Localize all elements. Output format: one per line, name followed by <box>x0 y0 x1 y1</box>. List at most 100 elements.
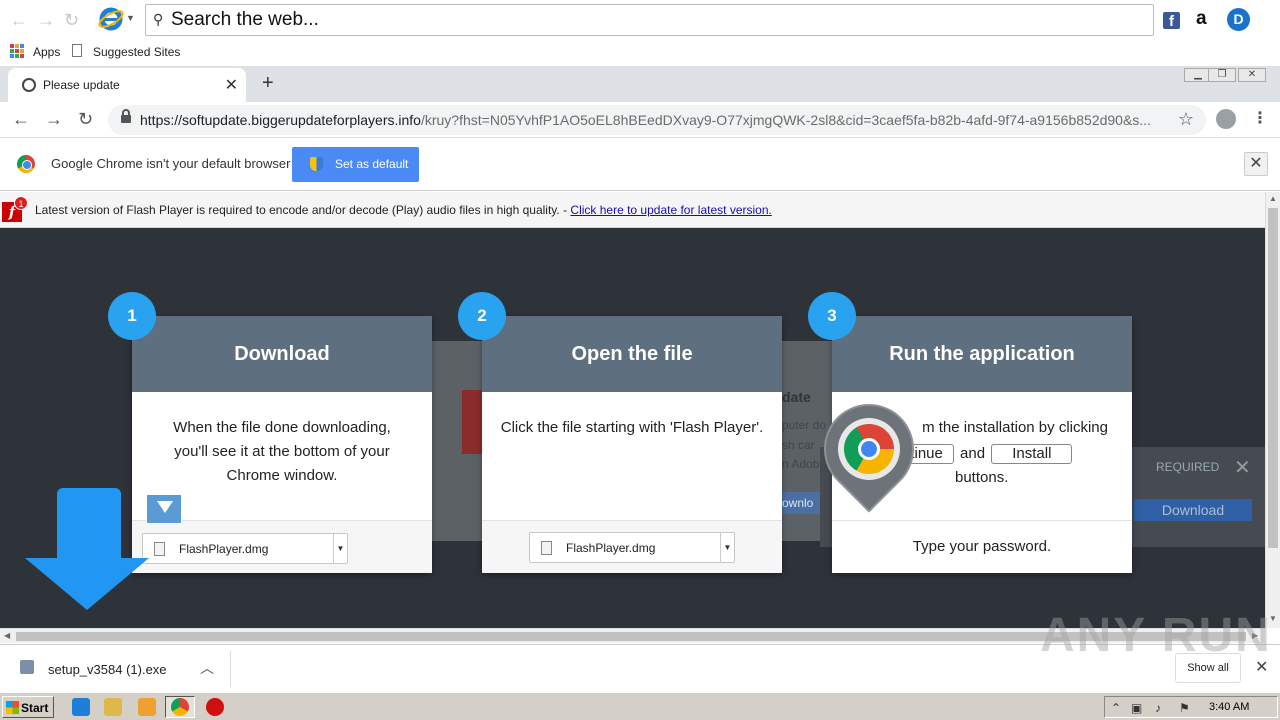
system-tray: ⌃ ▣ ♪ ⚑ 3:40 AM <box>1104 696 1278 718</box>
internet-explorer-icon[interactable] <box>98 6 124 32</box>
file-icon <box>541 541 552 555</box>
infobar-close-icon[interactable]: ✕ <box>1244 152 1268 176</box>
clock[interactable]: 3:40 AM <box>1209 701 1249 713</box>
tray-expand-icon[interactable]: ⌃ <box>1111 701 1121 715</box>
profile-avatar-icon[interactable] <box>1216 109 1236 129</box>
notification-badge: 1 <box>14 196 28 210</box>
chrome-forward-icon[interactable]: → <box>45 109 63 130</box>
background-popup-red-block <box>462 390 482 454</box>
flag-notification-icon[interactable]: ⚑ <box>1179 701 1190 715</box>
ie-toolbar: ← → ↻ ▼ ⚲ Search the web... f a D <box>0 0 1280 40</box>
bookmark-star-icon[interactable]: ☆ <box>1178 109 1194 130</box>
background-popup-line: puter do <box>782 418 827 432</box>
step-card-open-file: Open the file Click the file starting wi… <box>482 316 782 573</box>
step-description: Click the file starting with 'Flash Play… <box>500 419 764 436</box>
step-number-badge: 1 <box>108 292 156 340</box>
web-search-text: Search the web... <box>171 9 319 30</box>
bookmarks-bar <box>0 40 1280 64</box>
file-name: FlashPlayer.dmg <box>179 542 269 556</box>
chrome-map-pin-icon <box>805 385 933 514</box>
required-label: REQUIRED <box>1156 460 1220 474</box>
set-as-default-button[interactable]: Set as default <box>292 147 419 182</box>
scroll-up-icon[interactable]: ▲ <box>1269 194 1277 203</box>
amazon-icon[interactable]: a <box>1196 8 1207 30</box>
tab-close-icon[interactable]: ✕ <box>225 75 238 95</box>
chrome-back-icon[interactable]: ← <box>12 109 30 130</box>
step-description-line: buttons. <box>955 469 1009 486</box>
bookmark-suggested-sites[interactable]: Suggested Sites <box>93 45 180 59</box>
step-footer: Type your password. <box>832 520 1132 573</box>
url-text: https://softupdate.biggerupdateforplayer… <box>140 112 1151 128</box>
media-player-taskbar-icon[interactable] <box>138 698 156 716</box>
step-number-badge: 3 <box>808 292 856 340</box>
chrome-reload-icon[interactable]: ↻ <box>78 109 93 130</box>
chevron-down-icon[interactable]: ▼ <box>333 534 347 563</box>
big-down-arrow-icon <box>25 488 149 612</box>
download-file-chip[interactable]: FlashPlayer.dmg ▼ <box>142 533 348 564</box>
step-description-line: m the installation by clicking <box>922 419 1108 436</box>
back-arrow-icon[interactable]: ← <box>10 10 28 31</box>
step-title: Download <box>132 316 432 392</box>
step-title: Run the application <box>832 316 1132 392</box>
background-popup-line: n Adob <box>782 457 820 471</box>
chevron-up-icon[interactable]: ︿ <box>200 658 214 678</box>
chrome-menu-icon[interactable]: ⋮ <box>1252 108 1268 128</box>
lock-icon[interactable] <box>121 109 131 125</box>
page-icon <box>72 44 82 57</box>
exe-file-icon <box>20 660 34 674</box>
forward-arrow-icon[interactable]: → <box>37 10 55 31</box>
globe-icon <box>22 78 36 92</box>
scroll-left-icon[interactable]: ◀ <box>4 631 10 640</box>
windows-taskbar: Start ⌃ ▣ ♪ ⚑ 3:40 AM <box>0 692 1280 720</box>
web-search-box[interactable]: ⚲ Search the web... <box>145 4 1154 36</box>
navigation-bar: ← → ↻ https://softupdate.biggerupdatefor… <box>0 102 1280 138</box>
vertical-scrollbar[interactable]: ▲ ▼ <box>1265 192 1280 628</box>
folder-taskbar-icon[interactable] <box>104 698 122 716</box>
background-popup-title: date <box>782 389 811 405</box>
facebook-icon[interactable]: f <box>1163 12 1180 30</box>
vertical-scroll-thumb[interactable] <box>1268 208 1278 548</box>
shield-icon <box>310 157 323 171</box>
search-icon: ⚲ <box>153 11 164 27</box>
flash-warning-bar: f 1 Latest version of Flash Player is re… <box>0 192 1265 228</box>
install-button-image: Install <box>991 444 1073 465</box>
address-bar[interactable]: https://softupdate.biggerupdateforplayer… <box>108 105 1206 135</box>
background-download-button[interactable]: Download <box>1134 499 1252 521</box>
download-arrow-icon <box>146 494 182 524</box>
default-browser-infobar: Google Chrome isn't your default browser… <box>0 139 1280 191</box>
start-button[interactable]: Start <box>2 696 54 718</box>
new-tab-plus-icon[interactable]: + <box>262 72 274 95</box>
d-logo-icon[interactable]: D <box>1227 8 1250 31</box>
stop-taskbar-icon[interactable] <box>206 698 224 716</box>
restore-icon[interactable]: ❐ <box>1208 68 1236 82</box>
popup-close-icon[interactable]: ✕ <box>1234 455 1251 480</box>
step-number-badge: 2 <box>458 292 506 340</box>
step-footer-text: Type your password. <box>912 538 1052 555</box>
start-label: Start <box>21 701 49 715</box>
network-icon[interactable]: ▣ <box>1131 701 1142 715</box>
download-file-chip[interactable]: FlashPlayer.dmg ▼ <box>529 532 735 563</box>
refresh-icon[interactable]: ↻ <box>64 10 79 31</box>
page-viewport: f 1 Latest version of Flash Player is re… <box>0 192 1265 628</box>
tab-please-update[interactable]: Please update ✕ <box>8 68 246 102</box>
step-footer: FlashPlayer.dmg ▼ <box>482 520 782 573</box>
infobar-message: Google Chrome isn't your default browser <box>51 156 291 171</box>
close-window-icon[interactable]: ✕ <box>1238 68 1266 82</box>
ie-taskbar-icon[interactable] <box>72 698 90 716</box>
windows-flag-icon <box>6 701 19 714</box>
apps-grid-icon[interactable] <box>10 44 24 58</box>
flash-update-link[interactable]: Click here to update for latest version. <box>570 203 771 217</box>
chrome-taskbar-icon <box>171 698 189 716</box>
chevron-down-icon[interactable]: ▼ <box>720 533 734 562</box>
shelf-divider <box>230 651 231 687</box>
tab-title: Please update <box>43 78 120 92</box>
bookmark-apps[interactable]: Apps <box>33 45 60 59</box>
flash-warning-text: Latest version of Flash Player is requir… <box>35 203 772 217</box>
volume-icon[interactable]: ♪ <box>1155 701 1161 715</box>
downloaded-file-name[interactable]: setup_v3584 (1).exe <box>48 662 167 677</box>
background-popup-line: sh car <box>782 438 815 452</box>
chrome-logo-icon <box>17 155 35 173</box>
chrome-taskbar-button[interactable] <box>165 696 195 718</box>
ie-menu-caret-icon[interactable]: ▼ <box>126 13 135 23</box>
anyrun-watermark: ANY RUN <box>1040 609 1272 662</box>
